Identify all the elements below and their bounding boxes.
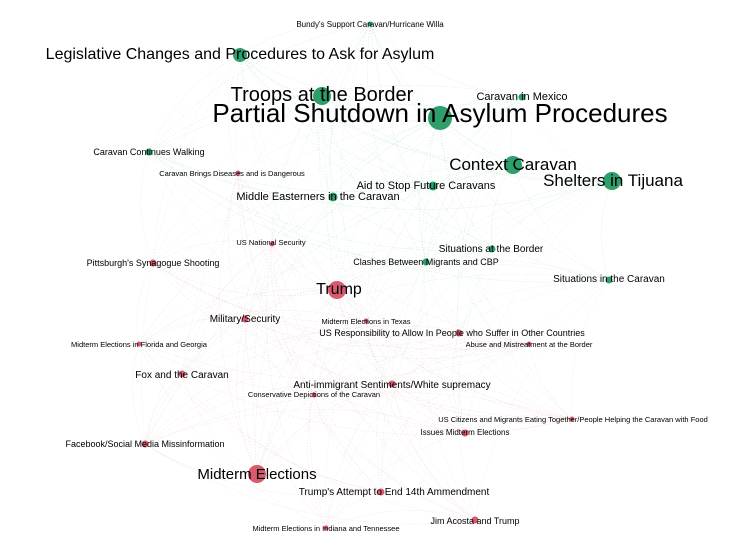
edge-military-facebook — [144, 318, 246, 445]
edge-aid-issues — [423, 185, 466, 434]
edge-shutdown-texas — [365, 117, 441, 322]
edge-sitcaravan-citizens — [570, 279, 610, 420]
node-label-pittsburgh: Pittsburgh's Synagogue Shooting — [87, 258, 220, 268]
edge-shelters-sitborder — [491, 180, 613, 250]
edge-conservative-citizens — [313, 394, 573, 432]
node-label-texas: Midterm Elections in Texas — [321, 317, 410, 326]
node-label-acosta: Jim Acosta and Trump — [430, 516, 519, 526]
edge-aid-indiana — [325, 185, 434, 529]
node-label-conservative: Conservative Depictions of the Caravan — [248, 390, 380, 399]
edge-pittsburgh-florida — [136, 262, 154, 345]
node-label-diseases: Caravan Brings Diseases and is Dangerous — [159, 169, 305, 178]
edge-fox-midterm — [181, 373, 258, 475]
node-label-trump: Trump — [316, 281, 362, 298]
edge-florida-facebook — [132, 343, 146, 445]
node-label-midterm: Midterm Elections — [197, 466, 316, 483]
edge-sitcaravan-acosta — [474, 279, 610, 521]
topic-network-graph: Bundy's Support Caravan/Hurricane Willa L… — [46, 20, 708, 533]
edge-nationalsec-midterm — [242, 243, 273, 475]
edge-shelters-issues — [464, 180, 613, 434]
edge-middleeast-pittsburgh — [152, 196, 334, 264]
node-label-abuse: Abuse and Mistreatment at the Border — [466, 340, 593, 349]
edge-conservative-midterm — [256, 394, 315, 475]
edge-issues-indiana — [325, 432, 466, 529]
node-label-issues: Issues Midterm Elections — [421, 428, 510, 437]
edge-sitcaravan-issues — [464, 279, 610, 434]
node-label-fox: Fox and the Caravan — [135, 370, 228, 381]
node-label-14th: Trump's Attempt to End 14th Ammendment — [299, 487, 490, 498]
edge-context-nationalsec — [271, 164, 514, 245]
edge-walking-pittsburgh — [140, 151, 154, 264]
edge-clashes-acosta — [420, 261, 476, 521]
node-label-shutdown: Partial Shutdown in Asylum Procedures — [212, 98, 667, 128]
node-label-military: Military/Security — [210, 314, 281, 325]
edge-facebook-acosta — [144, 443, 476, 525]
node-label-nationalsec: US National Security — [236, 238, 305, 247]
edge-shelters-sitcaravan — [601, 180, 613, 281]
node-label-responsibility: US Responsibility to Allow In People who… — [319, 328, 585, 338]
edge-bundy-trump — [326, 23, 371, 291]
node-label-shelters: Shelters in Tijuana — [543, 171, 683, 190]
node-label-sitcaravan: Situations in the Caravan — [553, 274, 665, 285]
edge-aid-sitborder — [432, 185, 493, 250]
node-label-bundy: Bundy's Support Caravan/Hurricane Willa — [296, 20, 444, 29]
node-label-indiana: Midterm Elections in Indiana and Tenness… — [252, 524, 399, 533]
node-label-walking: Caravan Continues Walking — [93, 147, 204, 157]
edge-pittsburgh-responsibility — [152, 262, 460, 337]
node-label-citizens: US Citizens and Migrants Eating Together… — [438, 415, 708, 424]
node-label-clashes: Clashes Between Migrants and CBP — [353, 257, 499, 267]
labels-layer: Bundy's Support Caravan/Hurricane Willa L… — [46, 20, 708, 533]
edge-abuse-citizens — [528, 343, 573, 420]
edge-nationalsec-military — [244, 243, 273, 320]
edge-mexico-responsibility — [457, 96, 523, 334]
edge-sitcaravan-midterm — [256, 279, 610, 475]
node-label-facebook: Facebook/Social Media Missinformation — [65, 439, 224, 449]
node-label-sitborder: Situations at the Border — [439, 244, 544, 255]
edge-mexico-military — [244, 96, 523, 320]
edge-aid-clashes — [422, 185, 434, 263]
node-label-legislative: Legislative Changes and Procedures to As… — [46, 46, 435, 63]
node-label-florida: Midterm Elections in Florida and Georgia — [71, 340, 208, 349]
node-label-middleeast: Middle Easterners in the Caravan — [236, 191, 399, 203]
edge-aid-facebook — [144, 185, 434, 445]
edge-conservative-acosta — [313, 394, 476, 521]
edge-conservative-14th — [313, 394, 382, 493]
edge-clashes-responsibility — [425, 261, 460, 334]
